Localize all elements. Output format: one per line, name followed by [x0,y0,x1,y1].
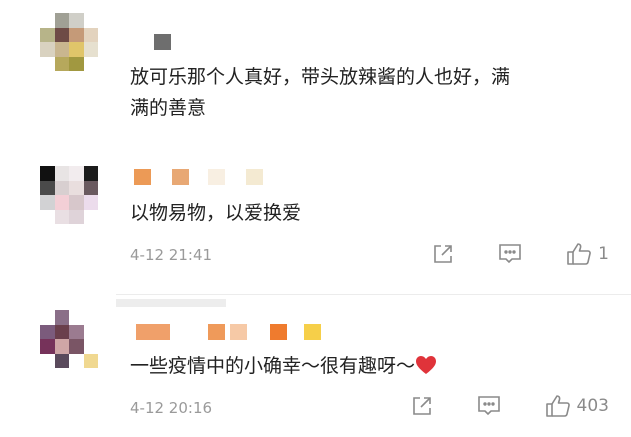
comment-text-line: 满的善意 [130,97,207,119]
comment-1: 放可乐那个人真好，带头放辣酱的人也好，满 满的善意 [0,0,631,150]
comment-actions: 1 [388,242,609,266]
avatar[interactable] [40,310,98,368]
masked-text [116,299,226,307]
share-icon [434,245,452,263]
timestamp: 4-12 21:41 [130,246,213,264]
like-count: 403 [576,396,609,416]
thumbs-up-icon [567,243,592,265]
like-button[interactable]: 403 [545,394,609,418]
comment-icon [477,396,500,416]
comment-text: 以物易物，以爱换爱 [130,202,302,224]
thumbs-up-icon [545,395,570,417]
timestamp: 4-12 20:16 [130,399,213,417]
comment-3: 一些疫情中的小确幸～很有趣呀～ 4-12 20:16 403 [0,296,631,437]
comment-text: 放可乐那个人真好，带头放辣酱的人也好，满 满的善意 [130,62,510,124]
avatar[interactable] [40,13,98,71]
like-button[interactable]: 1 [566,242,609,266]
comment-button[interactable] [498,243,522,265]
comment-text: 一些疫情中的小确幸～很有趣呀～ [130,351,437,382]
divider [116,294,631,295]
share-button[interactable] [432,243,454,265]
red-heart-emoji [416,356,437,374]
share-button[interactable] [411,395,433,417]
comment-text-line: 放可乐那个人真好，带头放辣酱的人也好，满 [130,66,511,88]
comment-2: 以物易物，以爱换爱 4-12 21:41 1 [0,150,631,290]
comment-icon [499,244,521,264]
comment-button[interactable] [477,395,501,417]
share-icon [412,397,431,415]
like-count: 1 [598,244,609,264]
comment-text-content: 一些疫情中的小确幸～很有趣呀～ [130,355,416,377]
avatar[interactable] [40,166,98,224]
comment-actions: 403 [367,394,609,418]
